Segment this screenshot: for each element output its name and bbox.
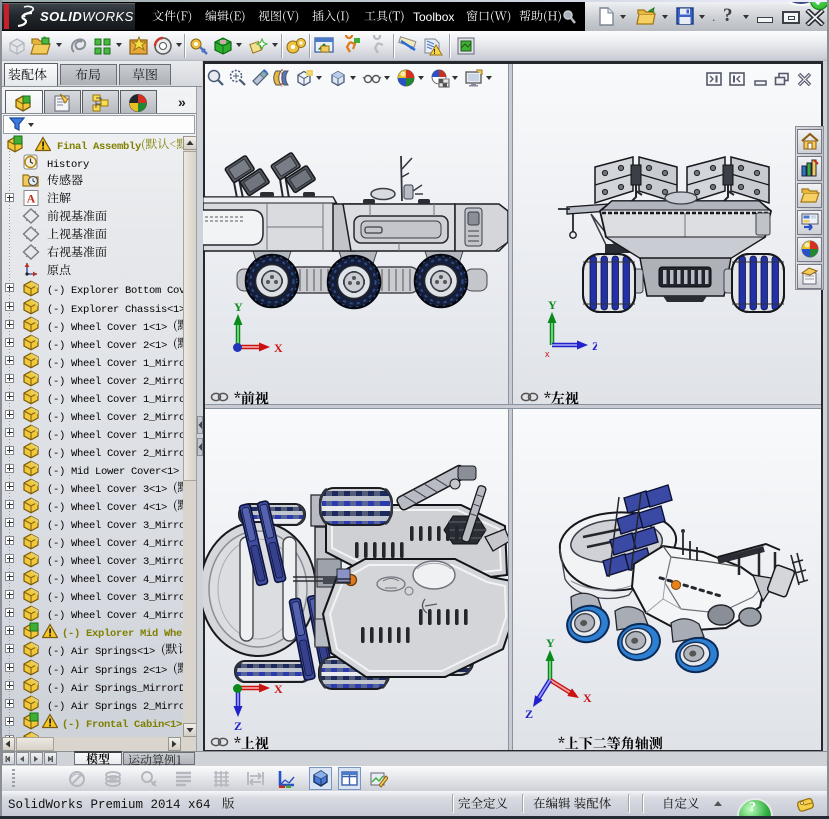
svg-text:!: ! xyxy=(433,49,435,56)
svg-text:A: A xyxy=(27,191,36,205)
